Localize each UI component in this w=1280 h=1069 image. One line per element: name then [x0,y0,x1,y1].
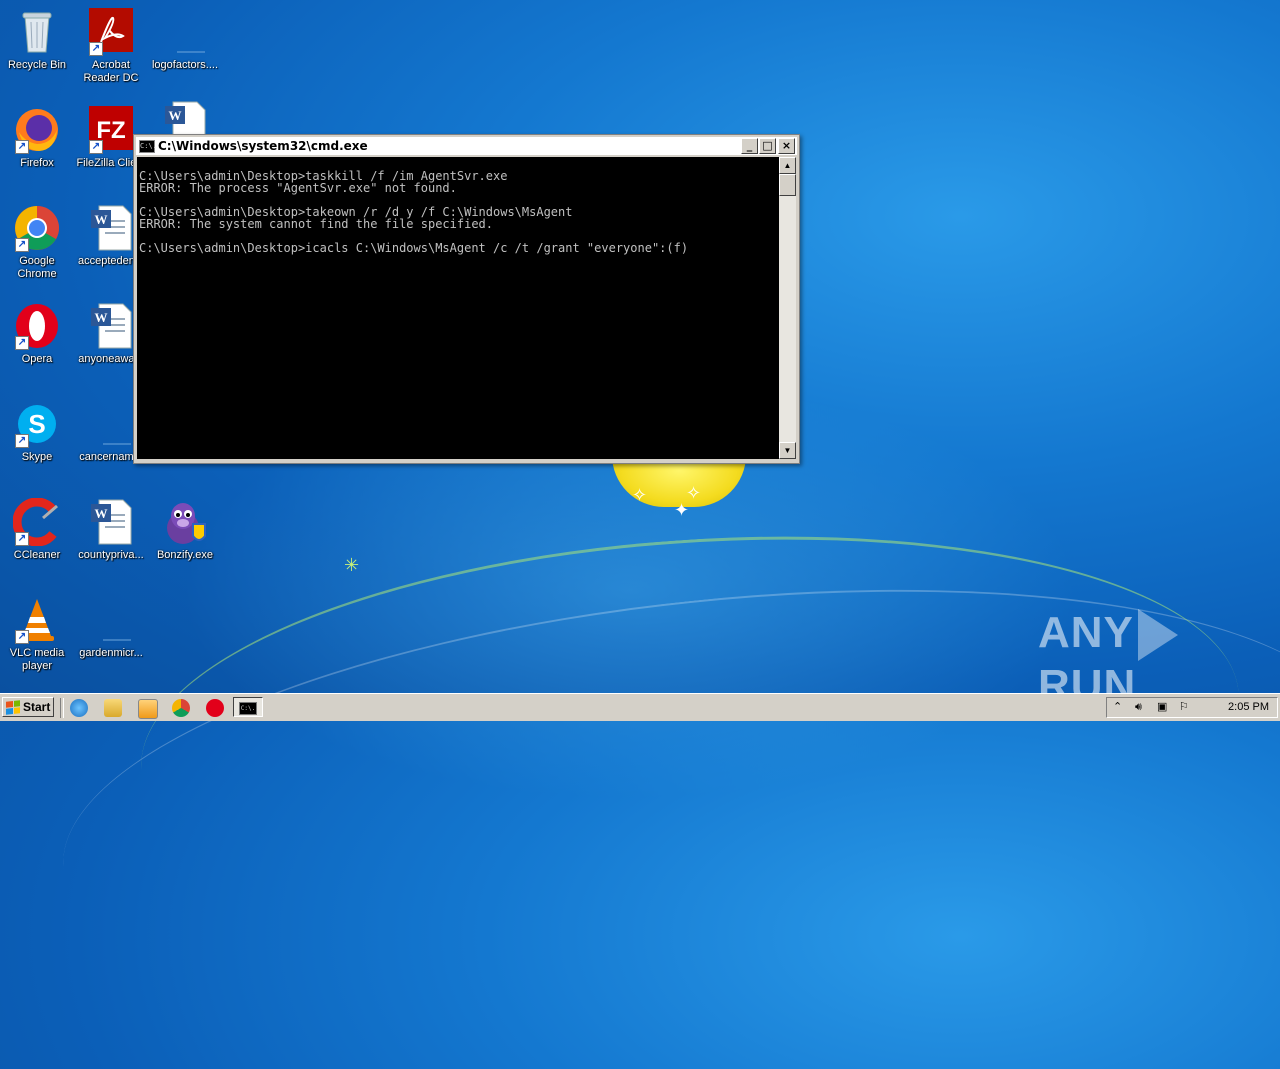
desktop-icon-acrobat[interactable]: ↗ Acrobat Reader DC [74,8,148,85]
shortcut-arrow-icon: ↗ [89,42,103,56]
cmd-app-icon: C:\. [139,139,157,153]
cmd-window-title: C:\Windows\system32\cmd.exe [158,139,368,153]
desktop-icon-label: Firefox [20,157,54,169]
taskbar-cmd-button[interactable]: C:\. [233,697,263,717]
windows-logo-icon [6,699,20,715]
desktop-icon-opera[interactable]: ↗ Opera [0,302,74,366]
clock[interactable]: 2:05 PM [1228,701,1269,713]
action-center-flag-icon[interactable]: ⚐ [1179,701,1189,714]
shortcut-arrow-icon: ↗ [15,630,29,644]
desktop-icon-bonzify[interactable]: Bonzify.exe [148,498,222,562]
sparkle-icon: ✦ [674,500,690,520]
firefox-icon: ↗ [13,106,61,154]
desktop-icon-label: Acrobat Reader DC [83,59,139,84]
desktop-icon-countypriva[interactable]: W countypriva... [74,498,148,562]
desktop-icon-label: gardenmicr... [79,647,143,659]
desktop-icon-label: Google Chrome [17,255,57,280]
svg-text:S: S [28,409,45,439]
desktop-icon-label: Skype [21,451,53,463]
scroll-down-icon[interactable]: ▼ [779,442,796,459]
shortcut-arrow-icon: ↗ [15,140,29,154]
word-document-icon: W [87,498,135,546]
file-explorer-icon[interactable] [104,699,122,717]
play-logo-icon [1137,609,1178,662]
opera-icon[interactable] [206,699,224,717]
desktop-icon-google-chrome[interactable]: ↗ Google Chrome [0,204,74,281]
acrobat-icon: ↗ [87,8,135,56]
chrome-icon: ↗ [13,204,61,252]
cmd-console-output[interactable]: C:\Users\admin\Desktop>taskkill /f /im A… [137,157,779,459]
system-tray: ⌃ 🔊︎ ▣ ⚐ 2:05 PM [1106,697,1278,718]
bonzi-gorilla-icon [161,498,209,546]
word-document-icon: W [87,302,135,350]
cmd-window[interactable]: C:\. C:\Windows\system32\cmd.exe _ □ × C… [133,134,800,464]
blank-file-icon [87,400,135,448]
desktop-icon-label: logofactors.... [151,59,219,71]
svg-text:W: W [95,212,108,227]
cmd-app-icon: C:\. [239,702,257,715]
blank-file-icon [161,8,209,56]
ccleaner-icon: ↗ [12,497,61,547]
desktop-icon-label: Recycle Bin [7,59,67,71]
desktop-icon-skype[interactable]: S ↗ Skype [0,400,74,464]
skype-icon: S ↗ [13,400,61,448]
shortcut-arrow-icon: ↗ [15,434,29,448]
chrome-icon[interactable] [172,699,190,717]
desktop-icon-recycle-bin[interactable]: Recycle Bin [0,8,74,72]
opera-icon: ↗ [13,302,61,350]
sparkle-icon: ✧ [632,485,648,505]
volume-icon[interactable]: 🔊︎ [1135,701,1142,714]
desktop-icon-vlc[interactable]: ↗ VLC media player [0,596,74,673]
desktop-icon-label: VLC media player [9,647,65,672]
desktop-icon-gardenmicr[interactable]: gardenmicr... [74,596,148,660]
recycle-bin-icon [13,8,61,56]
start-button[interactable]: Start [2,697,54,717]
internet-explorer-icon[interactable] [70,699,88,717]
start-label: Start [23,700,51,714]
taskbar-separator [60,698,64,718]
shortcut-arrow-icon: ↗ [15,336,29,350]
svg-text:W: W [169,108,182,123]
word-document-icon: W [87,204,135,252]
desktop-icon-label: CCleaner [13,549,61,561]
desktop-icon-logofactors[interactable]: logofactors.... [148,8,222,72]
scroll-up-icon[interactable]: ▲ [779,157,796,174]
vertical-scrollbar[interactable]: ▲ ▼ [779,157,796,459]
svg-text:W: W [95,310,108,325]
vlc-icon: ↗ [13,596,61,644]
taskbar: Start C:\. ⌃ 🔊︎ ▣ ⚐ 2:05 PM [0,693,1280,721]
desktop-icon-firefox[interactable]: ↗ Firefox [0,106,74,170]
minimize-button[interactable]: _ [741,138,758,154]
show-hidden-icons-icon[interactable]: ⌃ [1113,701,1122,714]
desktop-icon-ccleaner[interactable]: ↗ CCleaner [0,497,74,562]
desktop-icon-label: countypriva... [78,549,144,561]
cmd-title-bar[interactable]: C:\. C:\Windows\system32\cmd.exe _ □ × [136,137,797,155]
watermark-text-left: ANY [1038,608,1134,657]
shortcut-arrow-icon: ↗ [15,532,29,546]
svg-text:W: W [95,506,108,521]
filezilla-icon: FZ ↗ [87,106,135,154]
shortcut-arrow-icon: ↗ [89,140,103,154]
shortcut-arrow-icon: ↗ [15,238,29,252]
blank-file-icon [87,596,135,644]
maximize-button[interactable]: □ [759,138,776,154]
close-button[interactable]: × [778,138,795,154]
media-player-icon[interactable] [138,699,158,719]
desktop-icon-label: Bonzify.exe [156,549,214,561]
network-icon[interactable]: ▣ [1157,701,1167,714]
scroll-thumb[interactable] [779,174,796,196]
sparkle-icon: ✳ [344,555,360,575]
desktop-icon-label: Opera [21,353,53,365]
